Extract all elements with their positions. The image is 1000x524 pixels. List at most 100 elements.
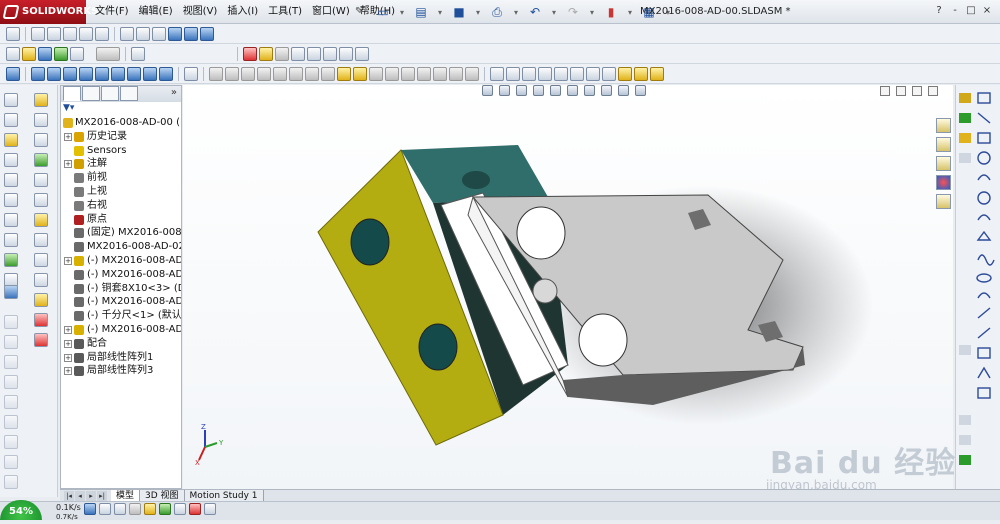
grey-tool-icon[interactable] <box>465 66 479 81</box>
solidworks-resources-icon[interactable] <box>936 118 951 133</box>
expand-toggle-icon[interactable]: + <box>64 256 72 265</box>
prev-tab-icon[interactable]: ◂ <box>75 491 85 501</box>
expand-toggle-icon[interactable]: + <box>64 132 72 141</box>
grey-tool-icon[interactable] <box>417 66 431 81</box>
smart-fasteners-icon[interactable] <box>63 66 77 81</box>
component-pattern-icon[interactable] <box>47 66 61 81</box>
chevron-down-icon[interactable]: ▾ <box>473 3 483 21</box>
tree-item[interactable]: + 局部线性阵列3 <box>61 364 181 378</box>
offset-tool-icon[interactable] <box>977 347 991 359</box>
circle-tool-icon[interactable] <box>977 191 991 205</box>
chevron-down-icon[interactable]: ▾ <box>511 3 521 21</box>
tool-icon[interactable] <box>959 153 971 163</box>
tool-icon[interactable] <box>34 153 48 167</box>
zoom-to-area-icon[interactable] <box>499 85 510 96</box>
tool-icon[interactable] <box>34 113 48 127</box>
tool-icon[interactable] <box>4 193 18 207</box>
centerline-tool-icon[interactable] <box>977 307 991 319</box>
display-manager-icon[interactable] <box>323 46 337 61</box>
tool-icon[interactable] <box>4 285 18 299</box>
undo-icon[interactable]: ↶ <box>524 3 546 21</box>
close-button[interactable]: × <box>980 2 994 20</box>
scene-icon[interactable] <box>275 46 289 61</box>
file-explorer-icon[interactable] <box>936 156 951 171</box>
tool-icon[interactable] <box>34 233 48 247</box>
edit-appearance-icon[interactable] <box>601 85 612 96</box>
tool-icon[interactable] <box>4 113 18 127</box>
grey-tool-icon[interactable] <box>433 66 447 81</box>
bill-of-materials-icon[interactable] <box>159 66 173 81</box>
hidden-lines-removed-icon[interactable] <box>152 26 166 41</box>
block-front-hole-bottom[interactable] <box>418 323 458 371</box>
tree-item[interactable]: 前视 <box>61 171 181 185</box>
rebuild-icon[interactable]: ▮ <box>600 3 622 21</box>
solidworks-logo[interactable]: SOLIDWORKS <box>0 0 98 24</box>
sketch-tool-icon[interactable] <box>977 92 991 104</box>
arc-tool-icon[interactable] <box>977 174 991 181</box>
grey-tool-icon[interactable] <box>257 66 271 81</box>
chevron-down-icon[interactable]: ▾ <box>587 3 597 21</box>
previous-view-icon[interactable] <box>516 85 527 96</box>
grey-tool-icon[interactable] <box>305 66 319 81</box>
sketch-tools-icon[interactable] <box>522 66 536 81</box>
render-icon[interactable] <box>307 46 321 61</box>
open-icon[interactable] <box>22 46 36 61</box>
exploded-view-icon[interactable] <box>184 66 198 81</box>
menu-view[interactable]: 视图(V) <box>178 0 223 24</box>
tree-item[interactable]: MX2016-008-AD-02 <box>61 240 181 254</box>
tool-icon[interactable] <box>959 345 971 355</box>
new-document-icon[interactable]: ▭ <box>372 3 394 21</box>
maximize-button[interactable]: □ <box>964 2 978 20</box>
grey-tool-icon[interactable] <box>289 66 303 81</box>
assembly-features-icon[interactable] <box>111 66 125 81</box>
sketch-tools-icon[interactable] <box>506 66 520 81</box>
tree-item[interactable]: + 注解 <box>61 157 181 171</box>
tool-icon[interactable] <box>4 395 18 409</box>
tree-item[interactable]: 原点 <box>61 213 181 227</box>
menu-tools[interactable]: 工具(T) <box>263 0 307 24</box>
taskbar-app-icon[interactable] <box>129 503 141 515</box>
sketch-tools-icon[interactable] <box>570 66 584 81</box>
tool-icon[interactable] <box>4 435 18 449</box>
block-front-hole-top[interactable] <box>350 218 390 266</box>
sketch-tools-icon[interactable] <box>618 66 632 81</box>
property-manager-tab[interactable] <box>82 86 100 101</box>
grey-tool-icon[interactable] <box>273 66 287 81</box>
tree-item[interactable]: 上视 <box>61 185 181 199</box>
configuration-manager-tab[interactable] <box>101 86 119 101</box>
open-folder-icon[interactable]: ▤ <box>410 3 432 21</box>
rectangle-tool-icon[interactable] <box>977 132 991 144</box>
first-tab-icon[interactable]: |◂ <box>64 491 74 501</box>
viewport-close-button[interactable] <box>928 86 938 96</box>
tool-icon[interactable] <box>34 93 48 107</box>
graphics-area[interactable]: Z Y X <box>183 85 953 489</box>
minimize-button[interactable]: - <box>948 2 962 20</box>
tool-icon[interactable] <box>4 133 18 147</box>
expand-toggle-icon[interactable]: + <box>64 160 72 169</box>
filter-icon[interactable]: ▼▾ <box>63 103 85 115</box>
tool-icon[interactable] <box>4 375 18 389</box>
tool-icon[interactable] <box>34 193 48 207</box>
view-settings-icon[interactable] <box>635 85 646 96</box>
save-icon[interactable] <box>38 46 52 61</box>
spline-tool-icon[interactable] <box>977 254 995 266</box>
arc-tool-icon[interactable] <box>977 214 991 221</box>
sketch-tools-icon[interactable] <box>490 66 504 81</box>
hidden-lines-visible-icon[interactable] <box>136 26 150 41</box>
tool-icon[interactable] <box>34 173 48 187</box>
design-library-icon[interactable] <box>936 137 951 152</box>
ellipse-tool-icon[interactable] <box>976 273 992 283</box>
shaded-icon[interactable] <box>184 26 198 41</box>
print-icon[interactable] <box>70 46 84 61</box>
mate-icon[interactable] <box>31 66 45 81</box>
chevron-down-icon[interactable]: ▾ <box>397 3 407 21</box>
next-tab-icon[interactable]: ▸ <box>86 491 96 501</box>
tool-icon[interactable] <box>4 233 18 247</box>
plate-hole-large-bottom[interactable] <box>578 313 628 367</box>
move-component-icon[interactable] <box>79 66 93 81</box>
viewport-minimize-button[interactable] <box>896 86 906 96</box>
appearances-icon[interactable] <box>936 175 951 190</box>
wireframe-icon[interactable] <box>120 26 134 41</box>
tool-icon[interactable] <box>959 133 971 143</box>
tool-icon[interactable] <box>959 93 971 103</box>
